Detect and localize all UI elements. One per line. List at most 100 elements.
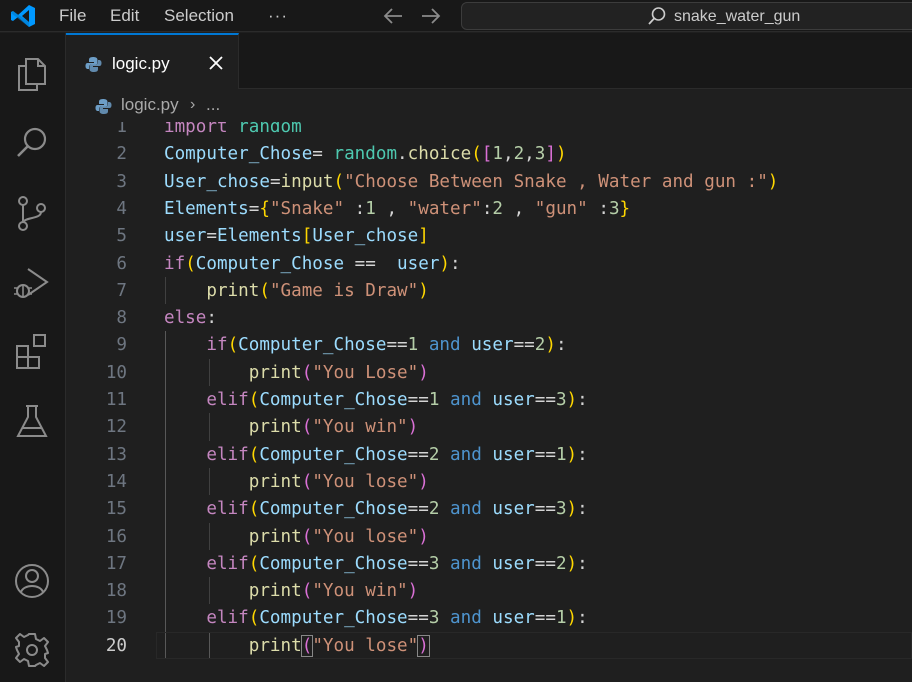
code-line[interactable]: 15 elif(Computer_Chose==2 and user==3): bbox=[66, 495, 912, 522]
vscode-logo-icon[interactable] bbox=[10, 4, 36, 28]
menu-edit[interactable]: Edit bbox=[110, 0, 139, 32]
code-token: 2 bbox=[428, 444, 440, 465]
code-line[interactable]: 2 Computer_Chose= random.choice([1,2,3]) bbox=[66, 140, 912, 167]
tab-logic-py[interactable]: logic.py bbox=[66, 33, 239, 89]
testing-icon[interactable] bbox=[12, 401, 52, 441]
code-token: Computer_Chose bbox=[259, 444, 408, 465]
code-token: "You Lose" bbox=[312, 362, 419, 383]
code-token: : bbox=[587, 198, 609, 219]
code-token: print bbox=[248, 417, 302, 438]
source-control-icon[interactable] bbox=[12, 193, 52, 233]
code-line[interactable]: 19 elif(Computer_Chose==3 and user==1): bbox=[66, 604, 912, 631]
code-token: == bbox=[386, 335, 408, 356]
code-token: user bbox=[471, 335, 514, 356]
code-token: random bbox=[333, 144, 398, 165]
line-code: print("You win") bbox=[164, 581, 419, 601]
menu-selection[interactable]: Selection bbox=[164, 0, 234, 32]
code-line[interactable]: 10 print("You Lose") bbox=[66, 359, 912, 386]
code-editor[interactable]: 1 import random 2 Computer_Chose= random.ch… bbox=[66, 122, 912, 682]
tab-label: logic.py bbox=[112, 54, 170, 73]
code-token: Elements bbox=[164, 198, 249, 219]
line-code: user=Elements[User_chose] bbox=[164, 226, 429, 246]
code-line[interactable]: 14 print("You lose") bbox=[66, 468, 912, 495]
menu-more-button[interactable]: ··· bbox=[268, 0, 288, 32]
code-token: ( bbox=[227, 335, 239, 356]
code-token: == bbox=[407, 390, 429, 410]
code-line[interactable]: 4 Elements={"Snake" :1 , "water":2 , "gun… bbox=[66, 195, 912, 222]
run-debug-icon[interactable] bbox=[12, 263, 52, 303]
search-icon[interactable] bbox=[12, 123, 52, 163]
code-token: [ bbox=[481, 144, 493, 165]
code-line[interactable]: 18 print("You win") bbox=[66, 577, 912, 604]
breadcrumb-symbols[interactable]: ... bbox=[206, 95, 220, 115]
arrow-right-icon[interactable] bbox=[420, 6, 442, 26]
code-token: ) bbox=[418, 471, 429, 492]
extensions-icon[interactable] bbox=[12, 331, 52, 371]
account-icon[interactable] bbox=[12, 561, 52, 601]
command-center-search[interactable]: snake_water_gun bbox=[461, 2, 912, 30]
code-token: "You lose" bbox=[312, 635, 419, 656]
code-token: == bbox=[407, 608, 429, 629]
code-token: : bbox=[450, 253, 461, 274]
code-token: == bbox=[407, 553, 429, 574]
line-code: print("You lose") bbox=[164, 472, 429, 492]
code-token: 2 bbox=[428, 499, 440, 520]
code-token: and bbox=[450, 608, 482, 629]
line-number: 3 bbox=[116, 171, 127, 192]
code-line[interactable]: 7 print("Game is Draw") bbox=[66, 277, 912, 304]
explorer-icon[interactable] bbox=[12, 53, 52, 93]
code-token: print bbox=[248, 471, 302, 492]
code-line[interactable]: 16 print("You lose") bbox=[66, 523, 912, 550]
code-token: [ bbox=[301, 226, 313, 247]
code-line[interactable]: 9 if(Computer_Chose==1 and user==2): bbox=[66, 331, 912, 358]
code-token: , bbox=[375, 198, 408, 219]
line-code: User_chose=input("Choose Between Snake ,… bbox=[164, 172, 778, 192]
code-line[interactable]: 8 else: bbox=[66, 304, 912, 331]
workspace-name: snake_water_gun bbox=[674, 8, 801, 25]
breadcrumb-file[interactable]: logic.py bbox=[121, 95, 179, 115]
menu-file[interactable]: File bbox=[59, 0, 86, 32]
code-token: ( bbox=[185, 253, 196, 274]
code-token: 1 bbox=[555, 444, 567, 465]
code-token: 1 bbox=[428, 390, 440, 410]
code-token: ) bbox=[566, 608, 578, 629]
code-line[interactable]: 20 print("You lose") bbox=[66, 631, 912, 659]
code-line[interactable]: 1 import random bbox=[66, 122, 912, 140]
code-line[interactable]: 3 User_chose=input("Choose Between Snake … bbox=[66, 168, 912, 195]
code-token: : bbox=[577, 390, 588, 410]
code-token: = bbox=[312, 144, 334, 165]
code-line[interactable]: 12 print("You win") bbox=[66, 413, 912, 440]
line-number: 11 bbox=[105, 390, 127, 410]
line-code: if(Computer_Chose == user): bbox=[164, 254, 461, 274]
code-token: , bbox=[503, 198, 535, 219]
code-token: ( bbox=[248, 444, 260, 465]
code-line[interactable]: 6 if(Computer_Chose == user): bbox=[66, 250, 912, 277]
code-token: 3 bbox=[608, 198, 620, 219]
arrow-left-icon[interactable] bbox=[382, 6, 404, 26]
code-line[interactable]: 13 elif(Computer_Chose==2 and user==1): bbox=[66, 441, 912, 468]
code-token: 3 bbox=[555, 390, 567, 410]
settings-gear-icon[interactable] bbox=[12, 630, 52, 670]
code-token: and bbox=[450, 499, 482, 520]
code-line[interactable]: 5 user=Elements[User_chose] bbox=[66, 222, 912, 249]
line-code: elif(Computer_Chose==1 and user==3): bbox=[164, 390, 588, 410]
line-code: elif(Computer_Chose==3 and user==1): bbox=[164, 608, 587, 629]
line-code: print("You Lose") bbox=[164, 363, 429, 383]
code-token: : bbox=[481, 198, 493, 219]
code-token: if bbox=[164, 253, 186, 274]
code-token: ( bbox=[300, 634, 314, 657]
code-line[interactable]: 17 elif(Computer_Chose==3 and user==2): bbox=[66, 550, 912, 577]
code-token: ( bbox=[301, 417, 313, 438]
code-line[interactable]: 11 elif(Computer_Chose==1 and user==3): bbox=[66, 386, 912, 413]
code-token: Computer_Chose bbox=[259, 390, 408, 410]
code-token: Computer_Chose bbox=[164, 144, 313, 165]
close-icon[interactable] bbox=[207, 54, 225, 72]
